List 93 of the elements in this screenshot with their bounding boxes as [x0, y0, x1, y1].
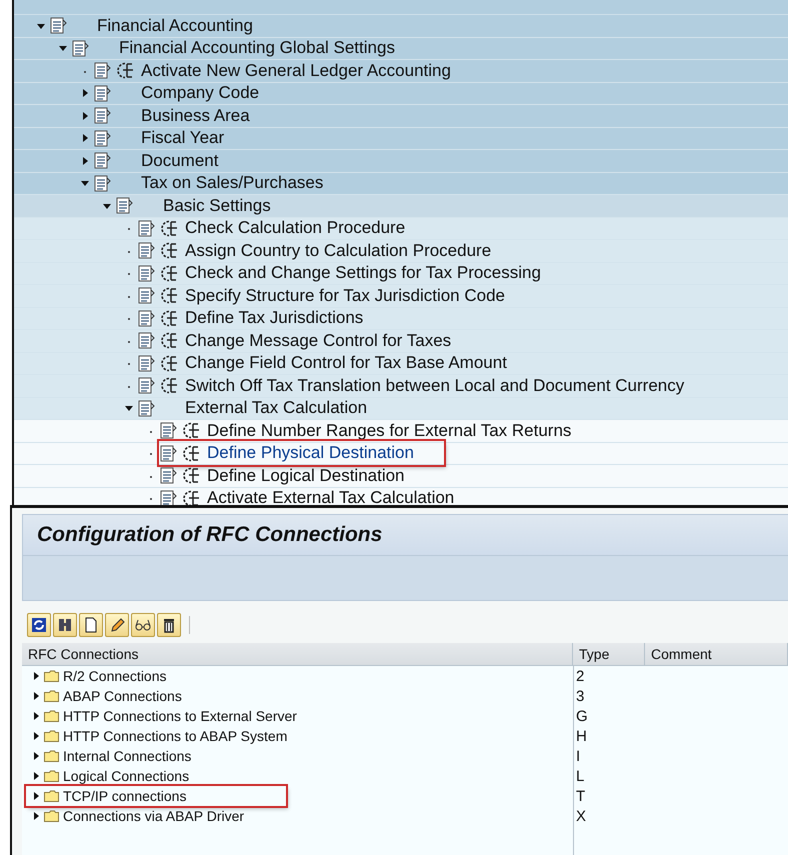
- collapsed-triangle-icon[interactable]: [32, 752, 40, 760]
- tree-item-label[interactable]: Basic Settings: [163, 196, 271, 216]
- document-icon: [94, 152, 111, 170]
- type-cell: X: [576, 808, 586, 824]
- folder-icon: [44, 730, 59, 742]
- clock-icon[interactable]: [161, 332, 179, 350]
- refresh-icon: [29, 615, 49, 635]
- clock-icon[interactable]: [117, 62, 135, 80]
- document-icon: [138, 220, 155, 237]
- document-icon: [50, 17, 67, 34]
- collapsed-triangle-icon[interactable]: [81, 89, 89, 98]
- collapsed-triangle-icon[interactable]: [32, 692, 40, 700]
- document-icon: [94, 62, 111, 80]
- folder-icon: [44, 670, 59, 682]
- folder-icon: [44, 710, 59, 722]
- clock-icon[interactable]: [161, 242, 179, 260]
- trash-button[interactable]: [157, 613, 181, 637]
- clock-icon[interactable]: [161, 287, 179, 304]
- refresh-button[interactable]: [27, 613, 51, 637]
- collapsed-triangle-icon[interactable]: [81, 156, 89, 165]
- document-icon: [138, 332, 155, 350]
- folder-icon: [44, 770, 59, 782]
- document-icon: [116, 197, 133, 214]
- expanded-triangle-icon[interactable]: [37, 22, 45, 30]
- connection-folder-label[interactable]: Logical Connections: [63, 768, 190, 784]
- document-icon: [94, 130, 111, 147]
- collapsed-triangle-icon[interactable]: [32, 772, 40, 780]
- glasses-button[interactable]: [131, 613, 155, 637]
- document-icon: [72, 40, 89, 57]
- tree-item-label[interactable]: Company Code: [141, 83, 260, 104]
- connection-folder-label[interactable]: HTTP Connections to ABAP System: [63, 728, 288, 744]
- document-icon: [138, 354, 155, 372]
- connection-folder-label[interactable]: Connections via ABAP Driver: [63, 808, 244, 824]
- clock-icon[interactable]: [161, 264, 179, 282]
- tree-item-label[interactable]: Activate External Tax Calculation: [207, 488, 454, 505]
- collapsed-triangle-icon[interactable]: [32, 732, 40, 740]
- connection-folder-label[interactable]: ABAP Connections: [63, 688, 182, 704]
- tree-item-label[interactable]: Define Physical Destination: [207, 443, 414, 464]
- screen-title: Configuration of RFC Connections: [22, 514, 788, 556]
- document-icon: [138, 377, 155, 394]
- tree-item-label[interactable]: Define Number Ranges for External Tax Returns: [207, 420, 572, 441]
- connection-folder-label[interactable]: HTTP Connections to External Server: [63, 708, 297, 724]
- pencil-button[interactable]: [105, 613, 129, 637]
- type-cell: G: [576, 708, 588, 724]
- collapsed-triangle-icon[interactable]: [81, 112, 89, 120]
- collapsed-triangle-icon[interactable]: [32, 812, 40, 820]
- connection-folder-label[interactable]: TCP/IP connections: [63, 788, 186, 804]
- folder-icon: [44, 810, 59, 822]
- document-icon: [138, 264, 155, 282]
- connection-folder-label[interactable]: R/2 Connections: [63, 668, 167, 684]
- document-icon: [138, 242, 155, 260]
- document-icon: [94, 174, 111, 192]
- document-icon: [94, 107, 111, 124]
- document-icon: [138, 310, 155, 327]
- type-cell: I: [576, 748, 580, 764]
- document-icon: [138, 287, 155, 304]
- expanded-triangle-icon[interactable]: [59, 44, 67, 52]
- folder-icon: [44, 750, 59, 762]
- collapsed-triangle-icon[interactable]: [81, 134, 89, 142]
- binoculars-button[interactable]: [53, 613, 77, 637]
- column-header[interactable]: RFC Connections: [22, 643, 573, 666]
- clock-icon[interactable]: [161, 220, 179, 237]
- expanded-triangle-icon[interactable]: [103, 202, 111, 210]
- clock-icon[interactable]: [183, 467, 201, 484]
- collapsed-triangle-icon[interactable]: [32, 712, 40, 720]
- clock-icon[interactable]: [161, 377, 179, 394]
- document-icon: [138, 400, 155, 417]
- column-header[interactable]: Type: [573, 643, 645, 666]
- tree-item-label[interactable]: Business Area: [141, 106, 250, 126]
- type-cell: 2: [576, 668, 584, 684]
- clock-icon[interactable]: [161, 310, 179, 327]
- new-page-button[interactable]: [79, 613, 103, 637]
- clock-icon[interactable]: [183, 444, 201, 462]
- document-icon: [94, 84, 111, 102]
- collapsed-triangle-icon[interactable]: [32, 792, 40, 800]
- type-cell: H: [576, 728, 587, 744]
- expanded-triangle-icon[interactable]: [81, 179, 89, 188]
- tree-item-label[interactable]: Document: [141, 150, 218, 171]
- clock-icon[interactable]: [161, 354, 179, 372]
- connection-folder-label[interactable]: Internal Connections: [63, 748, 192, 764]
- type-cell: 3: [576, 688, 584, 704]
- tree-item-label[interactable]: Financial Accounting: [97, 16, 253, 36]
- type-cell: L: [576, 768, 584, 784]
- clock-icon[interactable]: [183, 490, 201, 505]
- tree-item-label[interactable]: Define Logical Destination: [207, 466, 405, 486]
- type-cell: T: [576, 788, 586, 804]
- folder-icon: [44, 690, 59, 702]
- column-header[interactable]: Comment: [645, 643, 788, 666]
- expanded-triangle-icon[interactable]: [125, 404, 133, 412]
- folder-icon: [44, 790, 59, 802]
- clock-icon[interactable]: [183, 422, 201, 440]
- tree-item-label[interactable]: Fiscal Year: [141, 128, 224, 148]
- collapsed-triangle-icon[interactable]: [32, 672, 40, 680]
